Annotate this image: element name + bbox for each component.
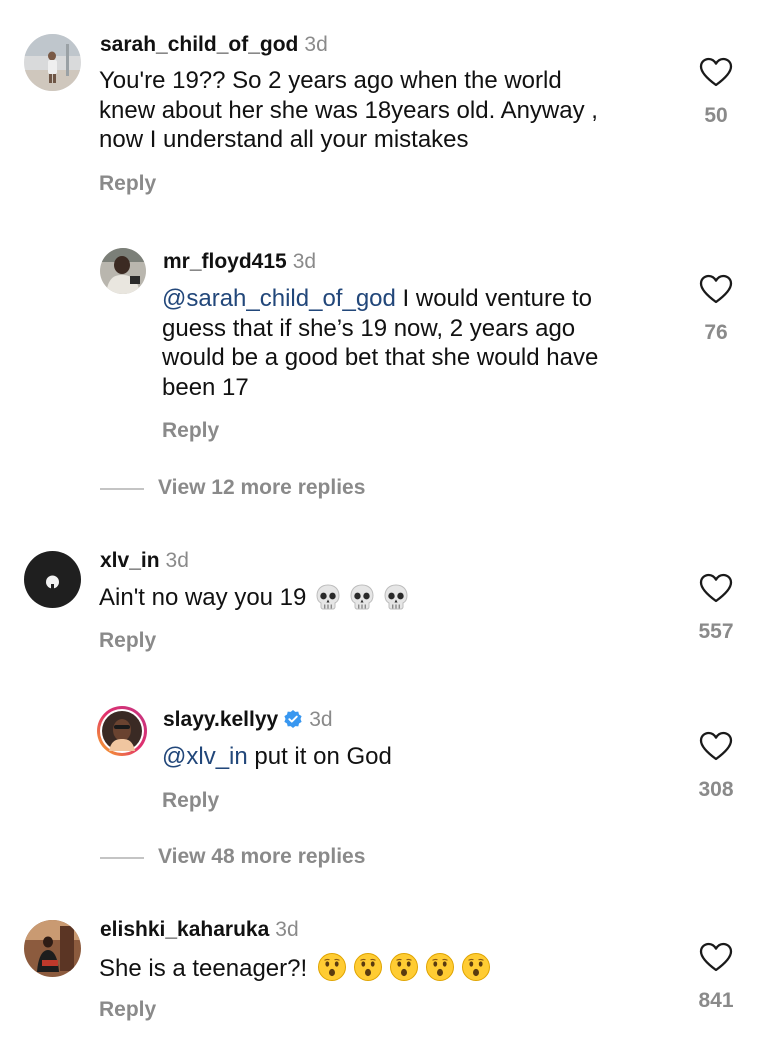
view-more-replies-label[interactable]: View 12 more replies [158, 475, 365, 501]
like-count: 308 [698, 778, 734, 801]
comment-text-fragment: put it on God [247, 743, 392, 770]
timestamp: 3d [165, 549, 189, 572]
hushed-face-icon [389, 952, 419, 982]
comment-header: sarah_child_of_god 3d [100, 32, 328, 58]
skull-icon [348, 583, 376, 611]
divider-line [100, 857, 144, 859]
like-count: 841 [698, 989, 734, 1012]
divider-line [100, 488, 144, 490]
comment-header: elishki_kaharuka 3d [100, 917, 299, 943]
comment-text: You're 19?? So 2 years ago when the worl… [99, 66, 598, 155]
timestamp: 3d [304, 33, 328, 56]
timestamp: 3d [292, 250, 317, 273]
comment-text: Ain't no way you 19 [99, 583, 410, 613]
avatar[interactable] [24, 551, 81, 608]
mention-link[interactable]: @xlv_in [162, 743, 248, 770]
comment-text-fragment: She is a teenager?! [99, 955, 308, 982]
comment-text-line: would be a good bet that she would have [162, 344, 599, 371]
comment-text-line: been 17 [162, 373, 249, 401]
avatar[interactable] [100, 248, 146, 294]
heart-outline-icon[interactable] [699, 274, 733, 304]
verified-badge-icon [284, 710, 302, 728]
reply-button[interactable]: Reply [99, 171, 156, 197]
comment-text-line: now I understand all your mistakes [99, 126, 469, 153]
comment-text: @sarah_child_of_god I would venture to g… [162, 284, 598, 402]
comment-header: mr_floyd415 3d [163, 249, 316, 275]
reply-button[interactable]: Reply [162, 788, 219, 814]
mention-link[interactable]: @sarah_child_of_god [162, 285, 396, 312]
skull-icon [382, 583, 410, 611]
like-count: 50 [704, 104, 728, 127]
reply-button[interactable]: Reply [99, 997, 156, 1023]
comment-text-fragment: Ain't no way you 19 [99, 584, 307, 611]
username[interactable]: sarah_child_of_god [100, 33, 298, 56]
comment-text: She is a teenager?! [99, 952, 491, 984]
like-count: 76 [704, 321, 728, 344]
comment-text-line: @sarah_child_of_god I would venture to [162, 284, 598, 314]
skull-icon [314, 583, 342, 611]
comment-text-line: guess that if she’s 19 now, 2 years ago [162, 314, 576, 342]
avatar[interactable] [24, 34, 81, 91]
heart-outline-icon[interactable] [699, 57, 733, 87]
comment-text: @xlv_in put it on God [162, 742, 392, 772]
hushed-face-icon [425, 952, 455, 982]
username[interactable]: mr_floyd415 [163, 250, 287, 273]
avatar[interactable] [96, 705, 148, 757]
hushed-face-icon [317, 952, 347, 982]
reply-button[interactable]: Reply [162, 418, 219, 444]
hushed-face-icon [353, 952, 383, 982]
comment-text-line: You're 19?? So 2 years ago when the worl… [99, 67, 562, 94]
username[interactable]: elishki_kaharuka [100, 918, 269, 941]
avatar[interactable] [24, 920, 81, 977]
hushed-face-icon [461, 952, 491, 982]
username[interactable]: xlv_in [100, 549, 160, 572]
comment-header: slayy.kellyy 3d [163, 707, 333, 733]
timestamp: 3d [309, 708, 333, 731]
heart-outline-icon[interactable] [699, 942, 733, 972]
like-count: 557 [698, 620, 734, 643]
reply-button[interactable]: Reply [99, 628, 156, 654]
username[interactable]: slayy.kellyy [163, 708, 278, 731]
heart-outline-icon[interactable] [699, 573, 733, 603]
comment-text-line: knew about her she was 18years old. Anyw… [99, 96, 598, 124]
timestamp: 3d [275, 918, 299, 941]
heart-outline-icon[interactable] [699, 731, 733, 761]
comment-header: xlv_in 3d [100, 548, 189, 574]
view-more-replies-label[interactable]: View 48 more replies [158, 844, 365, 870]
comment-text-fragment: I would venture to [395, 285, 592, 312]
